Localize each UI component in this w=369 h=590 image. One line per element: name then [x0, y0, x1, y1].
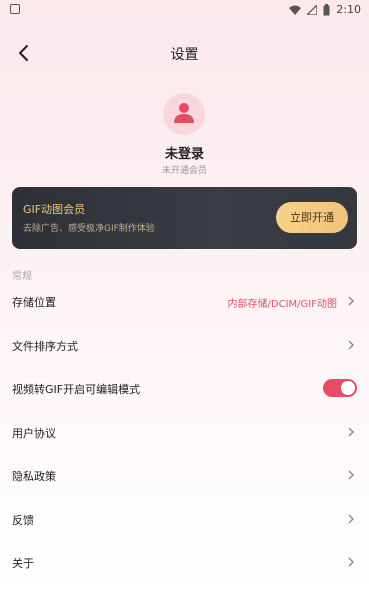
vip-card-title: GIF动图会员: [23, 203, 86, 216]
row-label: 反馈: [12, 514, 34, 527]
feedback-row[interactable]: 反馈: [0, 498, 369, 542]
page-title: 设置: [170, 47, 199, 63]
editable-mode-row: 视频转GIF开启可编辑模式: [0, 367, 369, 411]
vip-card-subtitle: 去除广告、感受极净GIF制作体验: [23, 224, 155, 234]
toggle-knob: [341, 381, 355, 395]
open-vip-button[interactable]: 立即开通: [276, 202, 348, 233]
chevron-right-icon: [348, 296, 354, 306]
chevron-right-icon: [348, 340, 354, 350]
battery-icon: [323, 3, 330, 15]
signal-icon: [307, 4, 318, 15]
user-agreement-row[interactable]: 用户协议: [0, 411, 369, 455]
row-label: 文件排序方式: [12, 340, 78, 353]
row-label: 隐私政策: [12, 470, 56, 483]
file-sort-row[interactable]: 文件排序方式: [0, 324, 369, 368]
wifi-icon: [289, 5, 302, 15]
status-bar: 2:10: [0, 0, 369, 22]
storage-path: 内部存储/DCIM/GIF动图: [227, 299, 337, 310]
row-label: 关于: [12, 557, 34, 570]
header: 设置: [0, 40, 369, 68]
notification-icon: [10, 4, 20, 14]
status-time: 2:10: [336, 3, 361, 16]
editable-mode-toggle[interactable]: [323, 379, 357, 397]
vip-status: 未开通会员: [161, 166, 207, 176]
chevron-right-icon: [348, 514, 354, 524]
privacy-policy-row[interactable]: 隐私政策: [0, 454, 369, 498]
row-label: 存储位置: [12, 296, 56, 309]
user-icon: [174, 103, 194, 123]
chevron-right-icon: [348, 427, 354, 437]
chevron-right-icon: [348, 557, 354, 567]
status-icons: 2:10: [289, 3, 361, 16]
vip-card[interactable]: GIF动图会员 去除广告、感受极净GIF制作体验 立即开通: [12, 187, 357, 249]
about-row[interactable]: 关于: [0, 541, 369, 585]
storage-location-row[interactable]: 存储位置 内部存储/DCIM/GIF动图: [0, 280, 369, 324]
row-label: 视频转GIF开启可编辑模式: [12, 383, 141, 396]
row-label: 用户协议: [12, 427, 56, 440]
chevron-right-icon: [348, 470, 354, 480]
avatar[interactable]: [163, 93, 205, 135]
login-status[interactable]: 未登录: [0, 143, 369, 162]
